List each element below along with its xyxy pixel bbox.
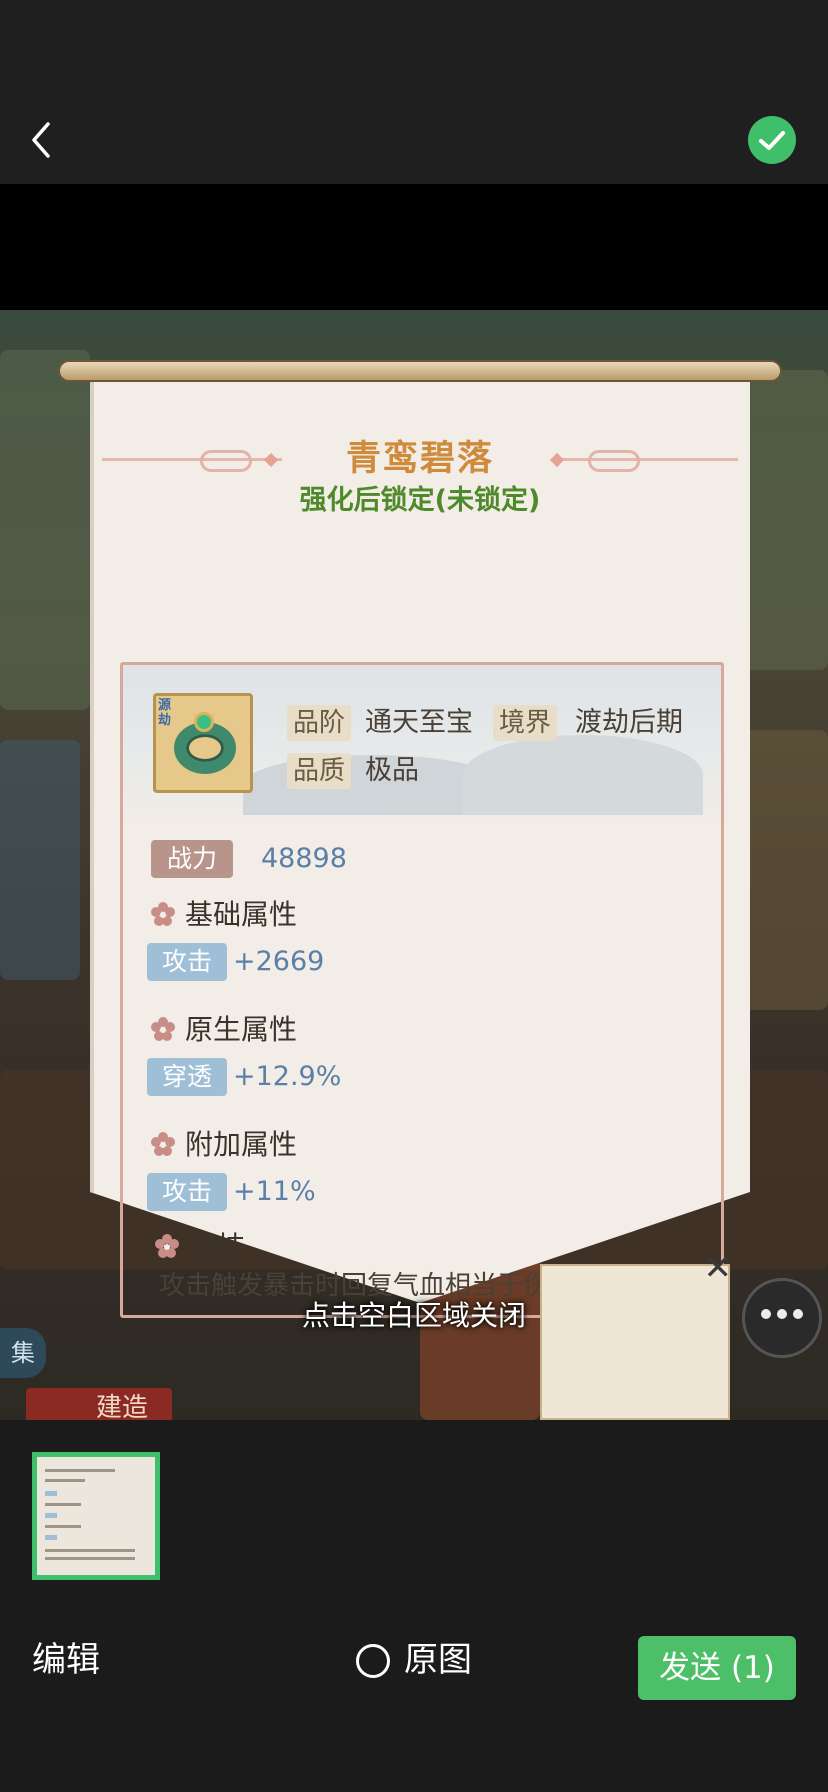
section-title-extra: 附加属性	[185, 1128, 298, 1161]
edit-button[interactable]: 编辑	[32, 1638, 100, 1682]
realm-value: 渡劫后期	[575, 707, 683, 738]
photo-preview[interactable]: 青鸾碧落 强化后锁定(未锁定) 源劫 品阶 通天至宝 境界 渡劫后期 品质 极品…	[0, 184, 828, 1420]
flower-icon	[151, 1132, 175, 1156]
bottom-bar: 编辑 原图 发送 (1)	[0, 1590, 828, 1792]
quality-value: 极品	[365, 755, 419, 786]
tap-to-close-hint: 点击空白区域关闭	[301, 1299, 526, 1332]
item-icon: 源劫	[153, 693, 253, 793]
item-side-card: ✕	[540, 1248, 732, 1420]
section-title-native: 原生属性	[185, 1013, 298, 1046]
flower-icon	[151, 1017, 175, 1041]
left-side-tab: 集	[0, 1328, 46, 1378]
item-icon-tag: 源劫	[158, 698, 172, 728]
section-heading: 附加属性	[151, 1125, 297, 1165]
stat-value: +12.9%	[233, 1061, 342, 1092]
radio-circle-icon[interactable]	[356, 1644, 390, 1678]
section-heading: 特技	[155, 1227, 245, 1267]
realm-label: 境界	[493, 705, 558, 741]
confirm-button[interactable]	[748, 116, 796, 164]
section-heading: 原生属性	[151, 1010, 297, 1050]
item-name: 青鸾碧落	[345, 439, 494, 479]
stat-value: +2669	[233, 946, 325, 977]
grade-value: 通天至宝	[365, 707, 473, 738]
back-button[interactable]	[22, 112, 62, 168]
stat-label: 攻击	[147, 1173, 227, 1211]
item-info-frame: 源劫 品阶 通天至宝 境界 渡劫后期 品质 极品 战力 48898 基础属性 攻…	[120, 662, 724, 1318]
gem-icon	[194, 712, 214, 732]
scroll-rod	[58, 360, 782, 382]
thumbnail-strip	[0, 1420, 828, 1590]
stat-value: +11%	[233, 1176, 316, 1207]
power-label: 战力	[151, 840, 233, 878]
section-title-skill: 特技	[189, 1230, 246, 1263]
lock-status: 强化后锁定(未锁定)	[299, 485, 541, 516]
section-heading: 基础属性	[151, 895, 297, 935]
item-header: 源劫 品阶 通天至宝 境界 渡劫后期 品质 极品	[123, 665, 721, 825]
mountain-decoration	[463, 735, 703, 815]
flower-icon	[155, 1234, 179, 1258]
stat-label: 穿透	[147, 1058, 227, 1096]
stat-label: 攻击	[147, 943, 227, 981]
selected-thumbnail[interactable]	[32, 1452, 160, 1580]
build-button: 建造	[26, 1388, 172, 1420]
check-circle-icon	[759, 131, 785, 150]
close-icon: ✕	[703, 1248, 733, 1288]
grade-label: 品阶	[287, 705, 352, 741]
top-bar	[0, 0, 828, 184]
item-detail-scroll: 青鸾碧落 强化后锁定(未锁定) 源劫 品阶 通天至宝 境界 渡劫后期 品质 极品…	[58, 360, 782, 1318]
send-button[interactable]: 发送 (1)	[638, 1636, 796, 1700]
original-image-label: 原图	[404, 1640, 472, 1680]
quality-label: 品质	[287, 753, 352, 789]
power-value: 48898	[261, 843, 347, 874]
section-title-basic: 基础属性	[185, 898, 298, 931]
chevron-left-icon	[32, 122, 50, 158]
flower-icon	[151, 902, 175, 926]
